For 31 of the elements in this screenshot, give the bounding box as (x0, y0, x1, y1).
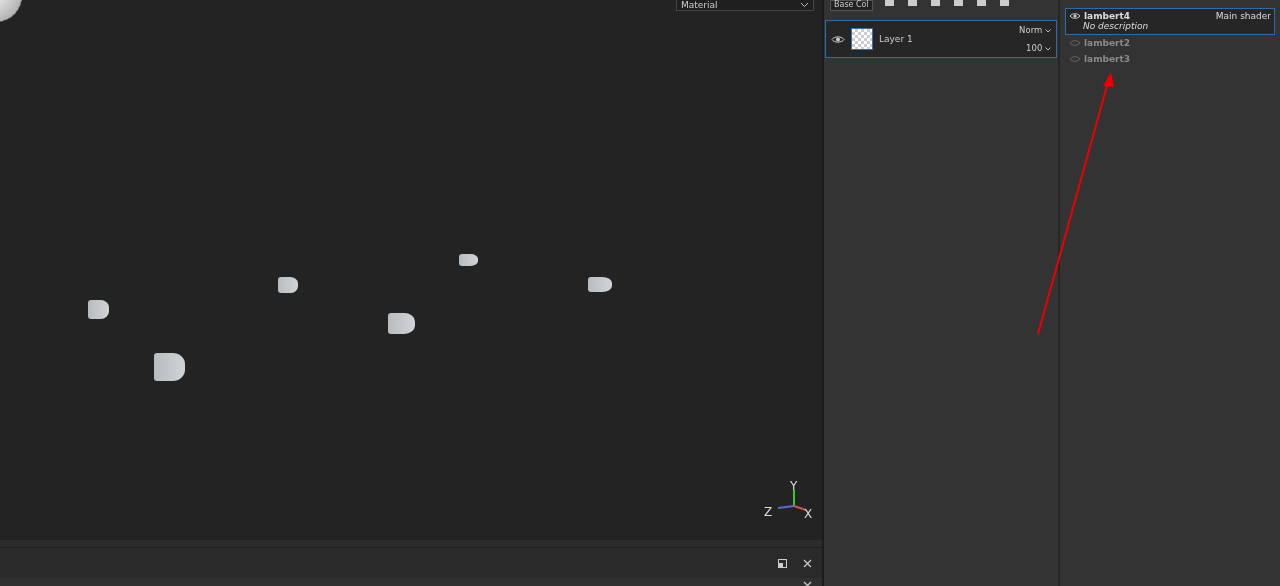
shader-tag: Main shader (1215, 11, 1271, 21)
blend-mode-dropdown[interactable]: Norm (1019, 25, 1051, 35)
axis-gizmo-drawing: Y Z X (763, 480, 814, 522)
checkerboard-thumbnail (851, 28, 873, 50)
close-icon[interactable] (803, 581, 812, 586)
shading-dropdown[interactable]: Material (676, 0, 814, 11)
layer-name: Layer 1 (879, 34, 914, 44)
undock-icon[interactable] (778, 558, 787, 568)
layer-item[interactable]: Layer 1 Norm 100 (825, 20, 1057, 58)
tool-icon[interactable] (883, 0, 896, 8)
tool-icon[interactable] (952, 0, 965, 8)
shader-description: No description (1082, 21, 1150, 31)
shader-item[interactable]: lambert3 (1065, 51, 1275, 67)
channel-dropdown[interactable]: Base Col (830, 0, 873, 11)
mesh-object (388, 313, 415, 334)
close-icon[interactable] (803, 558, 812, 568)
mesh-object (88, 300, 109, 319)
mesh-object (154, 353, 185, 381)
chevron-down-icon (1045, 47, 1051, 51)
mesh-object (588, 277, 612, 292)
tool-icon[interactable] (929, 0, 942, 8)
shader-item[interactable]: lambert4 Main shader No description (1065, 8, 1275, 35)
chevron-down-icon (800, 1, 809, 8)
shader-item[interactable]: lambert2 (1065, 35, 1275, 51)
tool-icon[interactable] (906, 0, 919, 8)
opacity-dropdown[interactable]: 100 (1026, 43, 1051, 53)
chevron-down-icon (1045, 29, 1051, 33)
mesh-object (278, 277, 298, 293)
mesh-object (459, 254, 478, 266)
tool-icon[interactable] (998, 0, 1011, 8)
tool-icon[interactable] (975, 0, 988, 8)
